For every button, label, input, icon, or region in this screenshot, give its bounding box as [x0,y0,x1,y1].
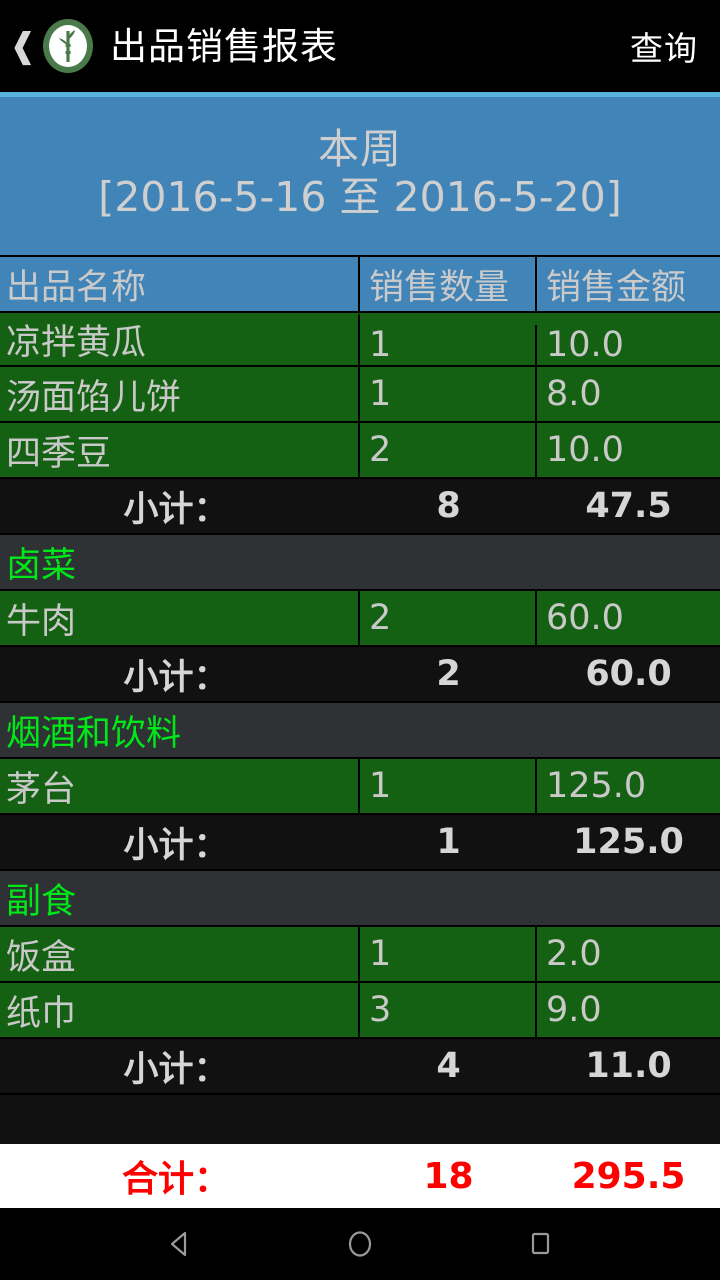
cell-item-name: 凉拌黄瓜 [0,314,360,365]
query-button[interactable]: 查询 [630,0,698,92]
subtotal-qty: 2 [436,654,461,694]
back-chevron-icon[interactable]: ❰ [8,0,38,92]
category-header-row[interactable]: 卤菜 [0,535,720,591]
column-header-name: 出品名称 [0,257,360,311]
cell-item-qty: 1 [360,325,537,365]
cell-item-qty: 1 [360,927,537,981]
cell-item-name: 茅台 [0,759,360,813]
app-screen: ❰ 出品销售报表 查询 本周 [2016-5-16 至 2016-5-20] 出… [0,0,720,1280]
table-row[interactable]: 纸巾 3 9.0 [0,983,720,1039]
subtotal-qty: 4 [436,1046,461,1086]
category-label: 卤菜 [6,545,77,586]
period-label: 本周 [318,125,402,174]
subtotal-amount: 60.0 [585,654,672,694]
subtotal-qty: 8 [436,486,461,526]
total-label: 合计： [121,1159,230,1200]
table-row[interactable]: 四季豆 2 10.0 [0,423,720,479]
cell-item-qty: 2 [360,423,537,477]
subtotal-qty: 1 [436,822,461,862]
grand-total-row: 合计： 18 295.5 [0,1144,720,1208]
column-header-amount: 销售金额 [546,267,687,308]
cell-item-name: 四季豆 [0,423,360,477]
subtotal-label: 小计： [123,657,229,698]
table-row[interactable]: 牛肉 2 60.0 [0,591,720,647]
cell-item-amount: 10.0 [546,430,624,470]
subtotal-label: 小计： [123,1049,229,1090]
subtotal-row: 小计： 8 47.5 [0,479,720,535]
android-nav-bar [0,1208,720,1280]
column-header-qty: 销售数量 [360,257,537,311]
table-row[interactable]: 凉拌黄瓜 1 10.0 [0,313,720,367]
triangle-back-icon[interactable] [145,1208,215,1280]
table-filler [0,1095,720,1144]
period-range: [2016-5-16 至 2016-5-20] [98,173,622,221]
square-recents-icon[interactable] [505,1208,575,1280]
page-title: 出品销售报表 [110,24,338,68]
subtotal-row: 小计： 1 125.0 [0,815,720,871]
cell-item-amount: 10.0 [546,325,624,365]
cell-item-amount: 2.0 [546,934,602,974]
cell-item-name: 纸巾 [0,983,360,1037]
total-amount: 295.5 [571,1155,686,1197]
cell-item-qty: 3 [360,983,537,1037]
subtotal-row: 小计： 4 11.0 [0,1039,720,1095]
cell-item-name: 汤面馅儿饼 [0,367,360,421]
cell-item-qty: 1 [360,367,537,421]
total-qty: 18 [423,1155,474,1197]
table-row[interactable]: 茅台 1 125.0 [0,759,720,815]
subtotal-amount: 11.0 [585,1046,672,1086]
circle-home-icon[interactable] [325,1208,395,1280]
subtotal-label: 小计： [123,825,229,866]
bamboo-leaf-logo-icon [40,18,96,74]
table-row[interactable]: 汤面馅儿饼 1 8.0 [0,367,720,423]
category-header-row[interactable]: 副食 [0,871,720,927]
table-row[interactable]: 饭盒 1 2.0 [0,927,720,983]
subtotal-amount: 125.0 [573,822,684,862]
cell-item-qty: 2 [360,591,537,645]
sales-report-table[interactable]: 出品名称 销售数量 销售金额 凉拌黄瓜 1 10.0 汤面馅儿饼 1 8.0 四… [0,255,720,1144]
cell-item-amount: 9.0 [546,990,602,1030]
cell-item-name: 饭盒 [0,927,360,981]
cell-item-amount: 125.0 [546,766,647,806]
subtotal-label: 小计： [123,489,229,530]
subtotal-amount: 47.5 [585,486,672,526]
cell-item-name: 牛肉 [0,591,360,645]
period-banner[interactable]: 本周 [2016-5-16 至 2016-5-20] [0,97,720,255]
cell-item-qty: 1 [360,759,537,813]
category-label: 副食 [6,881,77,922]
cell-item-amount: 60.0 [546,598,624,638]
category-label: 烟酒和饮料 [6,713,182,754]
subtotal-row: 小计： 2 60.0 [0,647,720,703]
category-header-row[interactable]: 烟酒和饮料 [0,703,720,759]
cell-item-amount: 8.0 [546,374,602,414]
app-bar: ❰ 出品销售报表 查询 [0,0,720,92]
table-header-row: 出品名称 销售数量 销售金额 [0,257,720,313]
